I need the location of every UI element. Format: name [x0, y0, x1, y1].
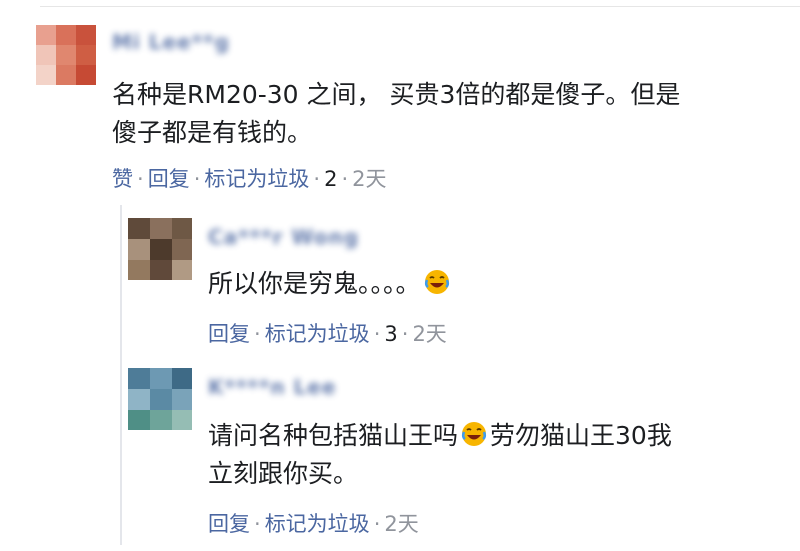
comment-author-name[interactable]: Ca***r Wong: [208, 225, 359, 249]
avatar-mosaic-cell: [128, 389, 150, 410]
separator-dot: ·: [137, 167, 144, 191]
avatar-mosaic-cell: [172, 260, 192, 280]
timestamp[interactable]: 2天: [412, 322, 446, 346]
mark-spam-link[interactable]: 标记为垃圾: [265, 322, 370, 346]
avatar-mosaic-cell: [128, 260, 150, 280]
separator-dot: ·: [193, 167, 201, 191]
avatar-mosaic-cell: [150, 410, 172, 430]
comment-text-line-1: 名种是RM20-30 之间， 买贵3倍的都是傻子。但是: [112, 80, 681, 109]
avatar-mosaic-cell: [76, 65, 96, 85]
avatar-mosaic-cell: [172, 389, 192, 410]
separator-dot: ·: [341, 167, 349, 191]
avatar-mosaic-cell: [128, 239, 150, 260]
avatar-mosaic-cell: [76, 25, 96, 45]
reply-link[interactable]: 回复: [148, 167, 190, 191]
laughing-tears-emoji-icon: [460, 420, 488, 459]
avatar-mosaic-cell: [172, 239, 192, 260]
avatar[interactable]: [36, 25, 96, 85]
avatar[interactable]: [128, 218, 192, 280]
timestamp[interactable]: 2天: [384, 512, 418, 536]
avatar-mosaic-cell: [56, 65, 76, 85]
comment-text-line-2: 立刻跟你买。: [208, 459, 359, 488]
separator-dot: ·: [313, 167, 321, 191]
reply-link[interactable]: 回复: [208, 512, 250, 536]
avatar-mosaic-cell: [56, 25, 76, 45]
avatar-mosaic-cell: [150, 368, 172, 389]
separator-dot: ·: [401, 322, 409, 346]
separator-dot: ·: [373, 512, 381, 536]
avatar-mosaic-cell: [172, 218, 192, 239]
avatar-mosaic-cell: [56, 45, 76, 65]
comment-text: 劳勿猫山王30我: [490, 421, 672, 450]
comment-actions: 回复 · 标记为垃圾 · 3 · 2天: [208, 318, 447, 348]
comment-text: 请问名种包括猫山王吗: [208, 421, 459, 450]
separator-dot: ·: [373, 322, 381, 346]
separator-dot: ·: [254, 322, 261, 346]
avatar-mosaic-cell: [128, 368, 150, 389]
reaction-count[interactable]: 3: [384, 322, 397, 346]
comment-text-line-2: 傻子都是有钱的。: [112, 118, 313, 147]
comment-author-name[interactable]: Mi Lee**g: [112, 30, 230, 54]
avatar-mosaic-cell: [150, 218, 172, 239]
reaction-count[interactable]: 2: [324, 167, 337, 191]
avatar-mosaic-cell: [128, 218, 150, 239]
comment-author-name[interactable]: K****n Lee: [208, 375, 336, 399]
avatar-mosaic-cell: [150, 389, 172, 410]
mark-spam-link[interactable]: 标记为垃圾: [265, 512, 370, 536]
avatar-mosaic-cell: [36, 45, 56, 65]
avatar-mosaic-cell: [172, 368, 192, 389]
avatar-mosaic-cell: [36, 65, 56, 85]
reply-thread-line: [120, 205, 122, 545]
reply-link[interactable]: 回复: [208, 322, 250, 346]
like-link[interactable]: 赞: [112, 167, 133, 191]
avatar-mosaic-cell: [76, 45, 96, 65]
comment-actions: 赞 · 回复 · 标记为垃圾 · 2 · 2天: [112, 163, 387, 193]
avatar-mosaic-cell: [172, 410, 192, 430]
avatar-mosaic-cell: [128, 410, 150, 430]
avatar-mosaic-cell: [36, 25, 56, 45]
separator-dot: ·: [254, 512, 261, 536]
comment-text-line-1: 所以你是穷鬼。。。。: [208, 265, 453, 307]
avatar-mosaic-cell: [150, 260, 172, 280]
avatar[interactable]: [128, 368, 192, 430]
comment-text: 所以你是穷鬼。。。。: [208, 269, 421, 298]
avatar-mosaic-cell: [150, 239, 172, 260]
comment-text-line-1: 请问名种包括猫山王吗 劳勿猫山王30我: [208, 417, 672, 459]
comment-actions: 回复 · 标记为垃圾 · 2天: [208, 508, 419, 538]
mark-spam-link[interactable]: 标记为垃圾: [204, 167, 309, 191]
timestamp[interactable]: 2天: [352, 167, 386, 191]
top-divider: [40, 6, 800, 7]
laughing-tears-emoji-icon: [423, 268, 451, 307]
